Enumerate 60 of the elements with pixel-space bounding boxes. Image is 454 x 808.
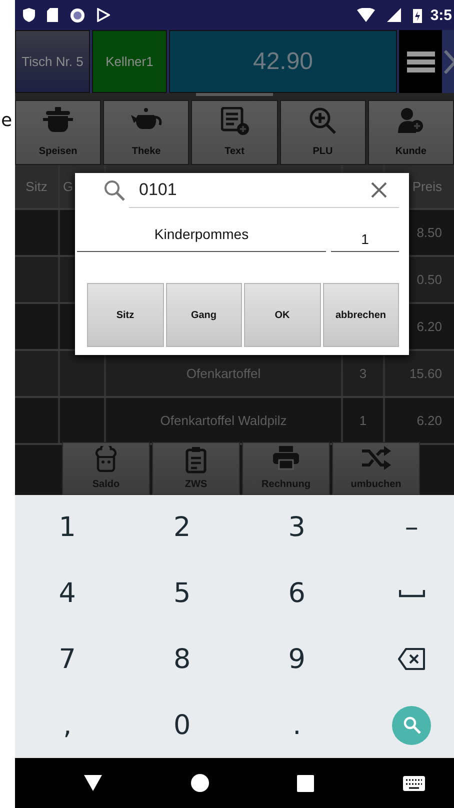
keyboard-key[interactable]: – [400,512,422,544]
chef-face-icon [94,446,118,472]
list-add-icon [220,107,248,135]
keyboard-key[interactable]: 3 [284,512,310,544]
item-name-field[interactable]: Kinderpommes [77,222,326,252]
table-cell: 6.20 [416,319,442,334]
battery-icon [413,8,422,22]
person-add-icon [398,107,424,133]
table-cell: 15.60 [409,366,442,381]
shield-icon [23,8,35,22]
keyboard-key[interactable]: 9 [284,644,310,675]
search-field[interactable]: 0101 [139,180,371,200]
keyboard-key[interactable]: 7 [54,644,80,675]
menu-icon [406,50,434,72]
backspace-icon[interactable] [398,648,426,670]
keyboard-key[interactable]: 0 [170,710,195,741]
dialog-button[interactable]: Sitz [87,283,164,347]
dialog-button[interactable]: OK [244,283,320,347]
column-header: Sitz [15,165,60,208]
keyboard-key[interactable]: 4 [54,578,80,610]
total-amount: 42.90 [169,30,397,93]
table-cell: 0.50 [416,272,442,287]
printer-icon [273,446,299,470]
menu-button[interactable] [399,30,442,93]
dialog-button[interactable]: abbrechen [322,283,399,347]
clipboard-icon [185,446,207,474]
shuffle-icon [361,446,391,470]
sd-card-icon [47,8,58,22]
table-number-button[interactable]: Tisch Nr. 5 [15,30,90,93]
home-icon[interactable] [190,774,209,792]
back-icon[interactable] [84,775,102,791]
table-cell: Ofenkartoffel Waldpilz [160,413,287,428]
quantity-field[interactable]: 1 [331,222,399,252]
keyboard-key[interactable]: 6 [284,578,310,610]
keyboard-key[interactable]: 2 [170,512,195,544]
cut-off-text: e [1,110,12,131]
table-cell: Ofenkartoffel [186,366,261,381]
teapot-icon [130,107,162,129]
clock-time: 3:5 [430,6,452,24]
keyboard-key[interactable]: , [59,710,76,741]
recents-icon[interactable] [297,774,314,792]
column-header: Preis [411,178,443,196]
table-cell: 3 [359,366,367,381]
pot-icon [43,107,74,133]
space-key-icon[interactable] [398,590,425,598]
record-icon [70,8,85,22]
table-cell: 8.50 [416,225,442,240]
table-cell: 1 [359,413,367,428]
drag-handle[interactable] [196,93,273,96]
signal-icon [387,8,402,22]
wifi-icon [357,8,376,22]
keyboard-key[interactable]: 1 [54,512,80,544]
search-icon [402,716,421,734]
keyboard-key[interactable]: 5 [170,578,195,610]
keyboard-key[interactable]: . [288,710,306,741]
keyboard-icon[interactable] [402,776,425,790]
dialog-button[interactable]: Gang [166,283,242,347]
keyboard-key[interactable]: 8 [170,644,195,675]
zoom-in-icon [308,107,337,135]
table-cell: 6.20 [416,413,442,428]
